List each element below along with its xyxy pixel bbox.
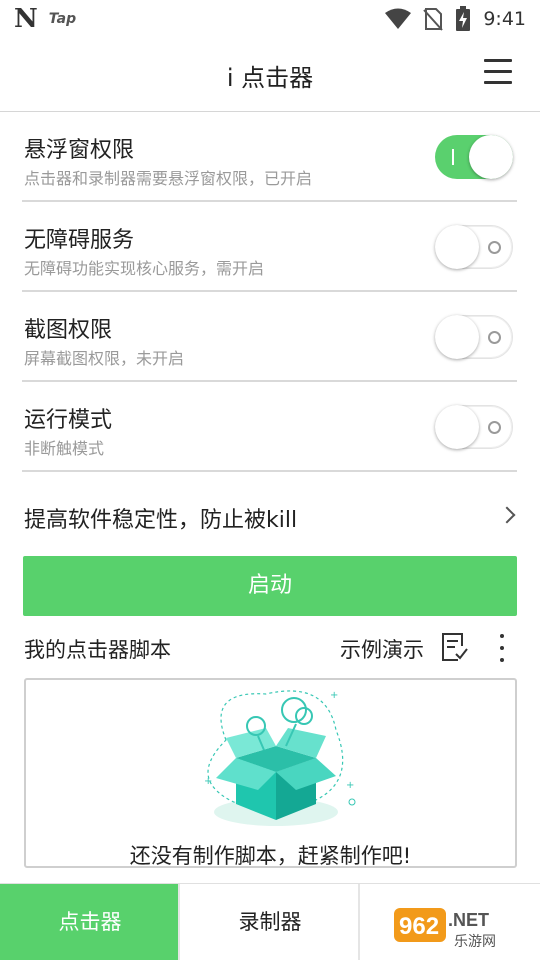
start-button[interactable]: 启动 bbox=[23, 556, 517, 616]
tab-clicker[interactable]: 点击器 bbox=[0, 884, 180, 960]
permission-title: 悬浮窗权限 bbox=[24, 138, 135, 163]
svg-text:.NET: .NET bbox=[448, 910, 489, 930]
stability-label: 提高软件稳定性，防止被kill bbox=[24, 508, 298, 533]
document-edit-icon[interactable] bbox=[440, 632, 468, 662]
accessibility-service-toggle[interactable] bbox=[435, 225, 513, 269]
page-title: i 点击器 bbox=[226, 64, 314, 92]
toggle-off-mark-icon bbox=[488, 331, 501, 344]
toggle-off-mark-icon bbox=[488, 421, 501, 434]
tap-notification-badge: Tap bbox=[48, 11, 77, 27]
toggle-knob bbox=[469, 135, 513, 179]
permission-title: 截图权限 bbox=[24, 318, 113, 343]
scripts-header: 我的点击器脚本 示例演示 bbox=[22, 620, 520, 676]
open-box-illustration: + + + bbox=[204, 690, 356, 826]
hamburger-menu-icon[interactable] bbox=[484, 59, 512, 85]
overlay-permission-toggle[interactable] bbox=[435, 135, 513, 179]
notification-logo-icon: N bbox=[14, 4, 38, 34]
permission-row-run-mode: 运行模式 非断触模式 bbox=[22, 382, 517, 472]
toggle-on-mark-icon bbox=[452, 149, 454, 165]
svg-text:962: 962 bbox=[399, 913, 439, 940]
svg-text:乐游网: 乐游网 bbox=[454, 934, 496, 950]
permission-row-screenshot: 截图权限 屏幕截图权限，未开启 bbox=[22, 292, 517, 382]
more-vertical-icon[interactable] bbox=[498, 632, 506, 664]
permission-row-overlay: 悬浮窗权限 点击器和录制器需要悬浮窗权限，已开启 bbox=[22, 112, 517, 202]
chevron-right-icon bbox=[498, 506, 516, 524]
status-right: 9:41 bbox=[385, 6, 526, 32]
status-left: N Tap bbox=[14, 4, 76, 34]
run-mode-toggle[interactable] bbox=[435, 405, 513, 449]
permission-title: 无障碍服务 bbox=[24, 228, 135, 253]
permission-desc: 屏幕截图权限，未开启 bbox=[24, 349, 185, 368]
permission-desc: 点击器和录制器需要悬浮窗权限，已开启 bbox=[24, 169, 313, 188]
clock: 9:41 bbox=[483, 8, 526, 30]
svg-text:+: + bbox=[330, 690, 338, 701]
stability-settings-row[interactable]: 提高软件稳定性，防止被kill bbox=[22, 472, 517, 556]
permission-desc: 无障碍功能实现核心服务，需开启 bbox=[24, 259, 265, 278]
toggle-knob bbox=[435, 225, 479, 269]
screenshot-permission-toggle[interactable] bbox=[435, 315, 513, 359]
scripts-section-title: 我的点击器脚本 bbox=[24, 638, 171, 662]
scripts-empty-card: + + + 还没有制作脚本，赶紧制作吧! bbox=[24, 678, 517, 868]
wifi-icon bbox=[385, 8, 412, 29]
no-sim-icon bbox=[423, 8, 444, 31]
tab-divider bbox=[358, 884, 360, 960]
watermark-logo: 962 .NET 乐游网 bbox=[394, 908, 496, 950]
permission-title: 运行模式 bbox=[24, 408, 113, 433]
svg-text:+: + bbox=[204, 776, 212, 787]
bottom-navigation: 点击器 录制器 962 .NET 乐游网 bbox=[0, 883, 540, 960]
status-bar: N Tap 9:41 bbox=[0, 0, 540, 36]
toggle-off-mark-icon bbox=[488, 241, 501, 254]
demo-button[interactable]: 示例演示 bbox=[340, 634, 424, 664]
toggle-knob bbox=[435, 405, 479, 449]
tab-recorder[interactable]: 录制器 bbox=[180, 884, 360, 960]
svg-text:+: + bbox=[346, 780, 354, 791]
empty-state-text: 还没有制作脚本，赶紧制作吧! bbox=[129, 844, 412, 868]
battery-charging-icon bbox=[456, 6, 471, 31]
permission-row-accessibility: 无障碍服务 无障碍功能实现核心服务，需开启 bbox=[22, 202, 517, 292]
permission-desc: 非断触模式 bbox=[24, 439, 105, 458]
app-header: i 点击器 bbox=[0, 36, 540, 112]
toggle-knob bbox=[435, 315, 479, 359]
